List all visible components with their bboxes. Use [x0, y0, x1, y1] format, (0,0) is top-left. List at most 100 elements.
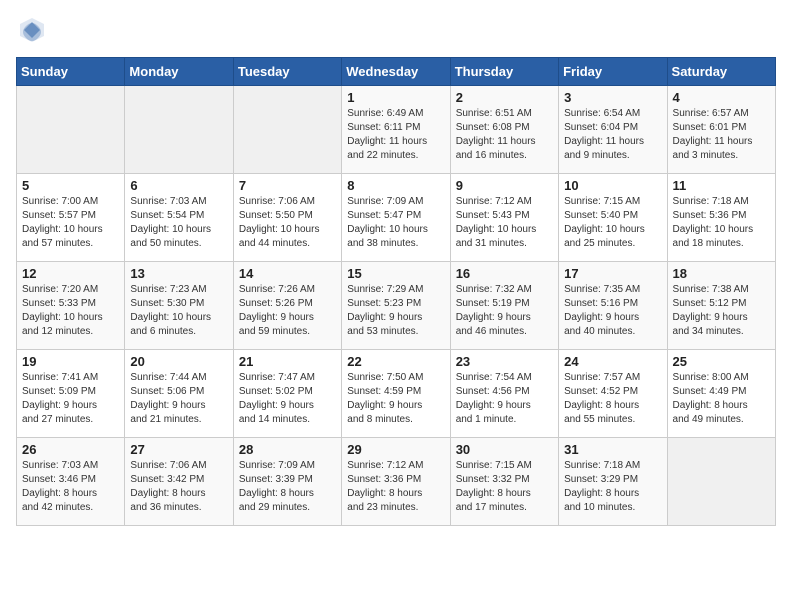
day-info: Sunrise: 7:03 AM Sunset: 3:46 PM Dayligh… [22, 459, 119, 515]
day-info: Sunrise: 7:57 AM Sunset: 4:52 PM Dayligh… [564, 371, 661, 427]
day-info: Sunrise: 8:00 AM Sunset: 4:49 PM Dayligh… [673, 371, 770, 427]
day-number: 16 [456, 266, 553, 281]
day-info: Sunrise: 7:47 AM Sunset: 5:02 PM Dayligh… [239, 371, 336, 427]
calendar-cell: 20 Sunrise: 7:44 AM Sunset: 5:06 PM Dayli… [125, 350, 233, 438]
day-number: 14 [239, 266, 336, 281]
day-info: Sunrise: 7:12 AM Sunset: 5:43 PM Dayligh… [456, 195, 553, 251]
calendar-cell: 22 Sunrise: 7:50 AM Sunset: 4:59 PM Dayli… [342, 350, 450, 438]
day-number: 1 [347, 90, 444, 105]
day-number: 17 [564, 266, 661, 281]
day-info: Sunrise: 7:20 AM Sunset: 5:33 PM Dayligh… [22, 283, 119, 339]
weekday-header-thursday: Thursday [450, 58, 558, 86]
header [16, 16, 776, 49]
day-number: 31 [564, 442, 661, 457]
calendar-cell: 14 Sunrise: 7:26 AM Sunset: 5:26 PM Dayli… [233, 262, 341, 350]
day-number: 19 [22, 354, 119, 369]
day-number: 6 [130, 178, 227, 193]
weekday-header-tuesday: Tuesday [233, 58, 341, 86]
day-info: Sunrise: 7:41 AM Sunset: 5:09 PM Dayligh… [22, 371, 119, 427]
day-info: Sunrise: 7:23 AM Sunset: 5:30 PM Dayligh… [130, 283, 227, 339]
day-info: Sunrise: 6:54 AM Sunset: 6:04 PM Dayligh… [564, 107, 661, 163]
day-info: Sunrise: 6:57 AM Sunset: 6:01 PM Dayligh… [673, 107, 770, 163]
calendar-cell: 17 Sunrise: 7:35 AM Sunset: 5:16 PM Dayli… [559, 262, 667, 350]
calendar-cell: 26 Sunrise: 7:03 AM Sunset: 3:46 PM Dayli… [17, 438, 125, 526]
day-number: 13 [130, 266, 227, 281]
day-info: Sunrise: 7:35 AM Sunset: 5:16 PM Dayligh… [564, 283, 661, 339]
day-info: Sunrise: 7:29 AM Sunset: 5:23 PM Dayligh… [347, 283, 444, 339]
day-number: 21 [239, 354, 336, 369]
day-number: 28 [239, 442, 336, 457]
day-number: 9 [456, 178, 553, 193]
calendar-cell: 30 Sunrise: 7:15 AM Sunset: 3:32 PM Dayli… [450, 438, 558, 526]
day-info: Sunrise: 7:03 AM Sunset: 5:54 PM Dayligh… [130, 195, 227, 251]
calendar-cell: 7 Sunrise: 7:06 AM Sunset: 5:50 PM Daylig… [233, 174, 341, 262]
day-info: Sunrise: 7:09 AM Sunset: 3:39 PM Dayligh… [239, 459, 336, 515]
day-number: 5 [22, 178, 119, 193]
calendar-cell: 23Sunrise: 7:54 AM Sunset: 4:56 PM Dayli… [450, 350, 558, 438]
day-info: Sunrise: 7:38 AM Sunset: 5:12 PM Dayligh… [673, 283, 770, 339]
day-info: Sunrise: 7:54 AM Sunset: 4:56 PM Dayligh… [456, 371, 553, 427]
day-info: Sunrise: 7:00 AM Sunset: 5:57 PM Dayligh… [22, 195, 119, 251]
logo-icon [18, 16, 46, 44]
calendar-cell: 11Sunrise: 7:18 AM Sunset: 5:36 PM Dayli… [667, 174, 775, 262]
weekday-header-monday: Monday [125, 58, 233, 86]
calendar-cell: 21 Sunrise: 7:47 AM Sunset: 5:02 PM Dayli… [233, 350, 341, 438]
day-number: 4 [673, 90, 770, 105]
calendar-cell: 31 Sunrise: 7:18 AM Sunset: 3:29 PM Dayli… [559, 438, 667, 526]
day-number: 10 [564, 178, 661, 193]
day-number: 2 [456, 90, 553, 105]
calendar-table: SundayMondayTuesdayWednesdayThursdayFrid… [16, 57, 776, 526]
calendar-cell: 19 Sunrise: 7:41 AM Sunset: 5:09 PM Dayli… [17, 350, 125, 438]
weekday-header-saturday: Saturday [667, 58, 775, 86]
calendar-cell: 12 Sunrise: 7:20 AM Sunset: 5:33 PM Dayli… [17, 262, 125, 350]
calendar-cell [667, 438, 775, 526]
calendar-cell: 16 Sunrise: 7:32 AM Sunset: 5:19 PM Dayli… [450, 262, 558, 350]
day-info: Sunrise: 7:06 AM Sunset: 3:42 PM Dayligh… [130, 459, 227, 515]
calendar-cell: 8 Sunrise: 7:09 AM Sunset: 5:47 PM Daylig… [342, 174, 450, 262]
day-info: Sunrise: 7:15 AM Sunset: 3:32 PM Dayligh… [456, 459, 553, 515]
weekday-header-wednesday: Wednesday [342, 58, 450, 86]
day-info: Sunrise: 7:06 AM Sunset: 5:50 PM Dayligh… [239, 195, 336, 251]
calendar-cell: 29Sunrise: 7:12 AM Sunset: 3:36 PM Dayli… [342, 438, 450, 526]
logo [16, 16, 46, 49]
day-info: Sunrise: 7:32 AM Sunset: 5:19 PM Dayligh… [456, 283, 553, 339]
day-info: Sunrise: 7:09 AM Sunset: 5:47 PM Dayligh… [347, 195, 444, 251]
calendar-cell [233, 86, 341, 174]
day-number: 3 [564, 90, 661, 105]
day-number: 27 [130, 442, 227, 457]
calendar-cell: 13 Sunrise: 7:23 AM Sunset: 5:30 PM Dayli… [125, 262, 233, 350]
calendar-cell: 15 Sunrise: 7:29 AM Sunset: 5:23 PM Dayli… [342, 262, 450, 350]
calendar-cell: 6 Sunrise: 7:03 AM Sunset: 5:54 PM Daylig… [125, 174, 233, 262]
calendar-cell: 2Sunrise: 6:51 AM Sunset: 6:08 PM Daylig… [450, 86, 558, 174]
calendar-cell: 18 Sunrise: 7:38 AM Sunset: 5:12 PM Dayli… [667, 262, 775, 350]
day-number: 22 [347, 354, 444, 369]
day-number: 12 [22, 266, 119, 281]
day-number: 7 [239, 178, 336, 193]
calendar-cell: 1Sunrise: 6:49 AM Sunset: 6:11 PM Daylig… [342, 86, 450, 174]
day-number: 15 [347, 266, 444, 281]
day-info: Sunrise: 7:50 AM Sunset: 4:59 PM Dayligh… [347, 371, 444, 427]
calendar-cell [125, 86, 233, 174]
day-number: 30 [456, 442, 553, 457]
day-info: Sunrise: 7:26 AM Sunset: 5:26 PM Dayligh… [239, 283, 336, 339]
day-number: 26 [22, 442, 119, 457]
day-info: Sunrise: 7:12 AM Sunset: 3:36 PM Dayligh… [347, 459, 444, 515]
calendar-cell: 28 Sunrise: 7:09 AM Sunset: 3:39 PM Dayli… [233, 438, 341, 526]
weekday-header-sunday: Sunday [17, 58, 125, 86]
calendar-cell: 24Sunrise: 7:57 AM Sunset: 4:52 PM Dayli… [559, 350, 667, 438]
calendar-cell: 10 Sunrise: 7:15 AM Sunset: 5:40 PM Dayli… [559, 174, 667, 262]
calendar-cell: 5 Sunrise: 7:00 AM Sunset: 5:57 PM Daylig… [17, 174, 125, 262]
day-number: 25 [673, 354, 770, 369]
calendar-cell: 3 Sunrise: 6:54 AM Sunset: 6:04 PM Daylig… [559, 86, 667, 174]
calendar-cell: 9 Sunrise: 7:12 AM Sunset: 5:43 PM Daylig… [450, 174, 558, 262]
day-info: Sunrise: 7:44 AM Sunset: 5:06 PM Dayligh… [130, 371, 227, 427]
day-info: Sunrise: 7:15 AM Sunset: 5:40 PM Dayligh… [564, 195, 661, 251]
calendar-cell: 25 Sunrise: 8:00 AM Sunset: 4:49 PM Dayli… [667, 350, 775, 438]
day-number: 8 [347, 178, 444, 193]
day-number: 20 [130, 354, 227, 369]
calendar-cell: 27 Sunrise: 7:06 AM Sunset: 3:42 PM Dayli… [125, 438, 233, 526]
day-number: 18 [673, 266, 770, 281]
weekday-header-friday: Friday [559, 58, 667, 86]
day-number: 11 [673, 178, 770, 193]
day-info: Sunrise: 7:18 AM Sunset: 3:29 PM Dayligh… [564, 459, 661, 515]
